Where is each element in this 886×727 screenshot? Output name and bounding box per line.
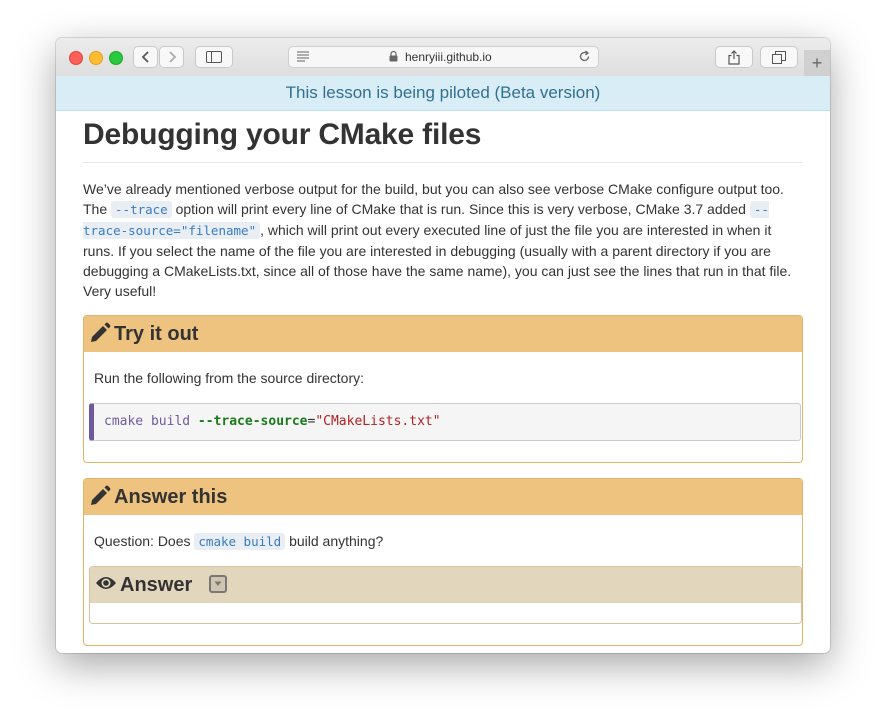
chevron-left-icon: [141, 51, 149, 63]
reader-view-icon[interactable]: [296, 50, 310, 62]
try-it-out-title: Try it out: [114, 323, 199, 345]
intro-text-2: option will print every line of CMake th…: [171, 201, 750, 217]
address-bar[interactable]: henryiii.github.io: [288, 46, 599, 68]
pencil-icon: [91, 485, 111, 505]
answer-this-header: Answer this: [84, 479, 802, 515]
share-button[interactable]: [715, 46, 753, 68]
code-command: cmake build: [104, 414, 191, 429]
minimize-window-button[interactable]: [89, 51, 103, 65]
beta-banner: This lesson is being piloted (Beta versi…: [56, 76, 830, 111]
chevron-right-icon: [168, 51, 176, 63]
title-divider: [83, 162, 803, 163]
code-line: cmake build --trace-source="CMakeLists.t…: [104, 414, 441, 429]
new-tab-button[interactable]: +: [804, 50, 830, 76]
answer-expand-toggle[interactable]: [209, 575, 227, 593]
url-domain: henryiii.github.io: [405, 50, 492, 64]
try-it-out-instruction: Run the following from the source direct…: [94, 370, 365, 386]
answer-this-title: Answer this: [114, 486, 228, 508]
question-text-2: build anything?: [285, 533, 384, 549]
back-button[interactable]: [133, 46, 158, 68]
pencil-icon: [91, 322, 111, 342]
answer-solution-title: Answer: [120, 574, 193, 596]
forward-button[interactable]: [159, 46, 184, 68]
intro-paragraph: We’ve already mentioned verbose output f…: [83, 179, 803, 301]
answer-this-panel: Answer this Question: Does cmake build b…: [83, 478, 803, 646]
sidebar-toggle-button[interactable]: [195, 46, 233, 68]
code-string: "CMakeLists.txt": [315, 414, 441, 429]
zoom-window-button[interactable]: [109, 51, 123, 65]
caret-down-icon: [214, 581, 222, 586]
try-it-out-panel: Try it out Run the following from the so…: [83, 315, 803, 463]
try-it-out-header: Try it out: [84, 316, 802, 352]
eye-icon: [96, 577, 116, 589]
browser-window: henryiii.github.io + This lesson is bein…: [56, 38, 830, 653]
tabs-icon: [772, 50, 786, 64]
close-window-button[interactable]: [69, 51, 83, 65]
sidebar-icon: [206, 51, 222, 63]
question-text-1: Question: Does: [94, 533, 195, 549]
share-icon: [728, 49, 740, 65]
inline-code-cmake-build: cmake build: [194, 533, 286, 550]
code-block: cmake build --trace-source="CMakeLists.t…: [89, 403, 801, 441]
answer-solution-header[interactable]: Answer: [90, 567, 801, 603]
reload-icon[interactable]: [578, 50, 591, 63]
browser-toolbar: henryiii.github.io +: [56, 38, 830, 77]
tabs-overview-button[interactable]: [760, 46, 798, 68]
answer-solution-box: Answer: [89, 566, 802, 624]
inline-code-trace: --trace: [111, 201, 172, 218]
question-text: Question: Does cmake build build anythin…: [94, 533, 384, 550]
lock-icon: [389, 51, 398, 62]
page-title: Debugging your CMake files: [83, 118, 482, 151]
code-option: --trace-source: [197, 414, 308, 429]
